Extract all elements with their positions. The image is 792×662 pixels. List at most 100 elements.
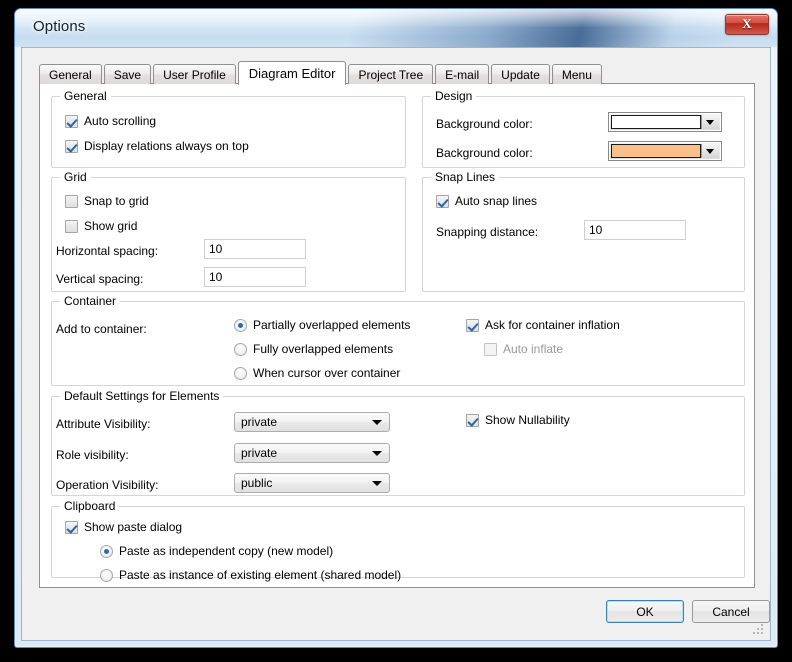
checkbox-auto-scrolling-box[interactable] xyxy=(65,114,78,128)
group-container: Container Add to container: Partially ov… xyxy=(51,294,745,386)
group-design: Design Background color: Background colo… xyxy=(422,89,745,168)
select-operation-visibility-value: public xyxy=(241,476,273,490)
chevron-down-icon[interactable] xyxy=(701,115,719,129)
radio-paste-independent-copy-label: Paste as independent copy (new model) xyxy=(119,544,334,558)
combo-background-color-2[interactable] xyxy=(608,141,722,161)
tab-user-profile[interactable]: User Profile xyxy=(153,64,236,84)
tab-menu[interactable]: Menu xyxy=(551,64,602,84)
radio-partially-overlapped-dot[interactable] xyxy=(234,318,247,332)
label-operation-visibility: Operation Visibility: xyxy=(56,478,159,492)
select-attribute-visibility-value: private xyxy=(241,415,278,429)
group-general: General Auto scrolling Display relations… xyxy=(51,89,406,168)
window-titlebar: Options X xyxy=(15,9,777,47)
group-general-legend: General xyxy=(60,89,111,103)
tab-project-tree[interactable]: Project Tree xyxy=(348,64,434,84)
checkbox-auto-inflate-label: Auto inflate xyxy=(503,342,564,356)
input-horizontal-spacing[interactable]: 10 xyxy=(204,239,306,259)
input-vertical-spacing[interactable]: 10 xyxy=(204,267,306,287)
radio-fully-overlapped-label: Fully overlapped elements xyxy=(253,342,394,356)
select-operation-visibility[interactable]: public xyxy=(234,473,390,493)
checkbox-show-grid-label: Show grid xyxy=(84,219,138,233)
dialog-client-area: General Save User Profile Diagram Editor… xyxy=(21,47,771,641)
label-horizontal-spacing: Horizontal spacing: xyxy=(56,244,159,258)
radio-partially-overlapped-label: Partially overlapped elements xyxy=(253,318,411,332)
select-role-visibility[interactable]: private xyxy=(234,443,390,463)
select-attribute-visibility[interactable]: private xyxy=(234,412,390,432)
tab-email[interactable]: E-mail xyxy=(435,64,490,84)
radio-partially-overlapped[interactable]: Partially overlapped elements xyxy=(234,318,410,332)
tab-diagram-editor[interactable]: Diagram Editor xyxy=(237,61,347,85)
group-snap-lines: Snap Lines Auto snap lines Snapping dist… xyxy=(422,170,745,292)
color-swatch-white xyxy=(611,115,701,129)
chevron-down-icon[interactable] xyxy=(701,144,719,158)
radio-when-cursor-over-label: When cursor over container xyxy=(253,366,401,380)
resize-grip[interactable] xyxy=(753,624,765,636)
chevron-down-icon xyxy=(372,420,382,425)
group-design-legend: Design xyxy=(431,89,477,103)
tab-strip: General Save User Profile Diagram Editor… xyxy=(39,61,604,85)
group-container-legend: Container xyxy=(60,294,121,308)
color-swatch-orange xyxy=(611,144,701,158)
checkbox-show-grid[interactable]: Show grid xyxy=(65,219,137,233)
ok-button[interactable]: OK xyxy=(606,600,684,623)
checkbox-auto-snap-lines[interactable]: Auto snap lines xyxy=(436,194,537,208)
checkbox-show-nullability-box[interactable] xyxy=(466,413,479,427)
checkbox-show-grid-box[interactable] xyxy=(65,219,78,233)
radio-paste-independent-copy-dot[interactable] xyxy=(100,544,113,558)
select-role-visibility-value: private xyxy=(241,446,278,460)
tab-save[interactable]: Save xyxy=(103,64,152,84)
checkbox-show-paste-dialog-box[interactable] xyxy=(65,520,78,534)
radio-fully-overlapped[interactable]: Fully overlapped elements xyxy=(234,342,393,356)
group-clipboard: Clipboard Show paste dialog Paste as ind… xyxy=(51,499,745,582)
combo-background-color-1[interactable] xyxy=(608,112,722,132)
radio-when-cursor-over[interactable]: When cursor over container xyxy=(234,366,400,380)
checkbox-show-nullability-label: Show Nullability xyxy=(485,413,570,427)
checkbox-show-paste-dialog[interactable]: Show paste dialog xyxy=(65,520,182,534)
cancel-button[interactable]: Cancel xyxy=(692,600,770,623)
checkbox-ask-container-inflation-box[interactable] xyxy=(466,318,479,332)
checkbox-auto-inflate[interactable]: Auto inflate xyxy=(484,342,563,356)
radio-paste-independent-copy[interactable]: Paste as independent copy (new model) xyxy=(100,544,333,558)
checkbox-auto-snap-lines-label: Auto snap lines xyxy=(455,194,538,208)
label-background-color-1: Background color: xyxy=(436,117,533,131)
checkbox-auto-snap-lines-box[interactable] xyxy=(436,194,449,208)
checkbox-show-nullability[interactable]: Show Nullability xyxy=(466,413,570,427)
chevron-down-icon xyxy=(372,481,382,486)
label-add-to-container: Add to container: xyxy=(56,322,147,336)
checkbox-ask-container-inflation-label: Ask for container inflation xyxy=(485,318,620,332)
radio-fully-overlapped-dot[interactable] xyxy=(234,342,247,356)
checkbox-snap-to-grid-box[interactable] xyxy=(65,194,78,208)
diagram-editor-panel: General Auto scrolling Display relations… xyxy=(39,83,755,588)
checkbox-auto-scrolling-label: Auto scrolling xyxy=(84,114,157,128)
checkbox-display-relations-box[interactable] xyxy=(65,139,78,153)
radio-paste-as-instance-label: Paste as instance of existing element (s… xyxy=(119,568,402,582)
group-snap-lines-legend: Snap Lines xyxy=(431,170,500,184)
screenshot-root: Options X General Save User Profile Diag… xyxy=(0,0,792,662)
checkbox-snap-to-grid-label: Snap to grid xyxy=(84,194,149,208)
options-window: Options X General Save User Profile Diag… xyxy=(14,8,778,648)
tab-update[interactable]: Update xyxy=(491,64,550,84)
label-role-visibility: Role visibility: xyxy=(56,448,129,462)
label-background-color-2: Background color: xyxy=(436,146,533,160)
checkbox-snap-to-grid[interactable]: Snap to grid xyxy=(65,194,149,208)
label-snapping-distance: Snapping distance: xyxy=(436,225,539,239)
label-vertical-spacing: Vertical spacing: xyxy=(56,272,144,286)
group-default-settings: Default Settings for Elements Attribute … xyxy=(51,389,745,496)
input-snapping-distance[interactable]: 10 xyxy=(584,220,686,240)
radio-when-cursor-over-dot[interactable] xyxy=(234,366,247,380)
group-grid-legend: Grid xyxy=(60,170,91,184)
checkbox-display-relations[interactable]: Display relations always on top xyxy=(65,139,249,153)
group-grid: Grid Snap to grid Show grid Horizontal s… xyxy=(51,170,406,292)
checkbox-display-relations-label: Display relations always on top xyxy=(84,139,249,153)
radio-paste-as-instance-dot[interactable] xyxy=(100,568,113,582)
window-title: Options xyxy=(33,18,86,35)
checkbox-auto-inflate-box[interactable] xyxy=(484,342,497,356)
titlebar-sheen xyxy=(15,9,777,27)
tab-general[interactable]: General xyxy=(39,64,102,84)
close-icon: X xyxy=(742,16,752,31)
checkbox-ask-container-inflation[interactable]: Ask for container inflation xyxy=(466,318,620,332)
radio-paste-as-instance[interactable]: Paste as instance of existing element (s… xyxy=(100,568,401,582)
checkbox-auto-scrolling[interactable]: Auto scrolling xyxy=(65,114,156,128)
checkbox-show-paste-dialog-label: Show paste dialog xyxy=(84,520,183,534)
close-button[interactable]: X xyxy=(725,14,769,35)
